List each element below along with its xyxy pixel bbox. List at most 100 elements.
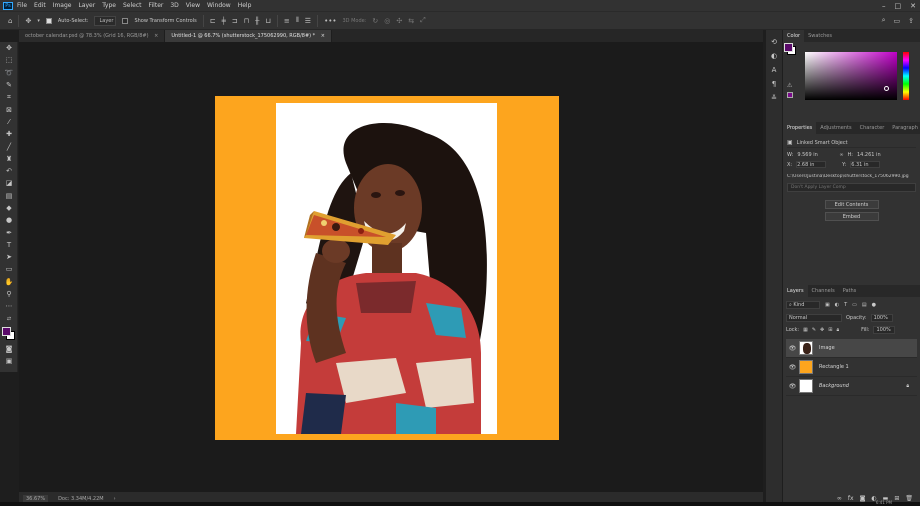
quick-select-tool-icon[interactable]: ✎ xyxy=(0,79,18,91)
quick-mask-icon[interactable]: ◙ xyxy=(0,343,18,355)
lock-all-icon[interactable]: 🔒︎ xyxy=(836,327,839,333)
brush-tool-icon[interactable]: ╱ xyxy=(0,140,18,152)
layer-name[interactable]: Rectangle 1 xyxy=(819,364,849,370)
rectangle-tool-icon[interactable]: ▭ xyxy=(0,263,18,275)
menu-type[interactable]: Type xyxy=(102,2,116,9)
menu-image[interactable]: Image xyxy=(53,2,72,9)
link-layers-icon[interactable]: ∞ xyxy=(837,495,842,502)
lasso-tool-icon[interactable]: ➰ xyxy=(0,67,18,79)
y-field[interactable]: 6.31 in xyxy=(850,161,881,168)
tab-paragraph[interactable]: Paragraph xyxy=(888,122,920,134)
delete-layer-icon[interactable]: 🗑︎ xyxy=(905,495,913,502)
home-icon[interactable]: ⌂ xyxy=(8,17,12,25)
height-value[interactable]: 14.261 in xyxy=(857,152,881,158)
close-tab-icon[interactable]: × xyxy=(321,33,325,39)
tab-layers[interactable]: Layers xyxy=(783,285,808,297)
search-icon[interactable]: ⌕ xyxy=(882,16,886,25)
3d-scale-icon[interactable]: ⤢ xyxy=(420,16,426,25)
align-right-icon[interactable]: ⊐ xyxy=(232,17,238,25)
eyedropper-tool-icon[interactable]: ⁄ xyxy=(0,116,18,128)
layer-row-image[interactable]: 👁︎ Image xyxy=(786,339,917,358)
link-icon[interactable]: ∞ xyxy=(839,152,843,158)
3d-rotate-icon[interactable]: ↻ xyxy=(372,17,378,25)
layer-name[interactable]: Image xyxy=(819,345,835,351)
x-field[interactable]: 2.68 in xyxy=(796,161,827,168)
eye-icon[interactable]: 👁︎ xyxy=(786,383,799,390)
align-middle-icon[interactable]: ╫ xyxy=(255,17,259,25)
distribute-h-icon[interactable]: ⦀ xyxy=(296,16,299,25)
align-left-icon[interactable]: ⊏ xyxy=(210,17,216,25)
tab-properties[interactable]: Properties xyxy=(783,122,817,134)
color-swatches[interactable] xyxy=(0,325,18,343)
blur-tool-icon[interactable]: ◆ xyxy=(0,202,18,214)
hue-slider[interactable] xyxy=(903,52,909,100)
dodge-tool-icon[interactable]: ● xyxy=(0,214,18,226)
move-tool-icon[interactable]: ✥ xyxy=(25,17,31,25)
layer-filter-dropdown[interactable]: ⌕ Kind xyxy=(786,301,820,309)
menu-3d[interactable]: 3D xyxy=(170,2,178,9)
character-icon[interactable]: A xyxy=(766,66,782,74)
screen-mode-icon[interactable]: ▣ xyxy=(0,355,18,367)
opacity-field[interactable]: 100% xyxy=(870,313,893,322)
layer-comp-dropdown[interactable]: Don't Apply Layer Comp xyxy=(787,183,916,192)
new-layer-icon[interactable]: ⊞ xyxy=(894,495,899,502)
align-center-icon[interactable]: ╪ xyxy=(222,17,226,25)
menu-help[interactable]: Help xyxy=(238,2,252,9)
tab-october-calendar[interactable]: october calendar.psd @ 78.3% (Grid 16, R… xyxy=(19,30,166,42)
show-transform-checkbox[interactable] xyxy=(122,17,129,24)
3d-pan-icon[interactable]: ✣ xyxy=(396,17,402,25)
menu-window[interactable]: Window xyxy=(207,2,231,9)
3d-slide-icon[interactable]: ⇆ xyxy=(408,17,414,25)
foreground-swatch[interactable] xyxy=(784,43,793,52)
frame-tool-icon[interactable]: ⊠ xyxy=(0,103,18,115)
tab-swatches[interactable]: Swatches xyxy=(804,30,836,42)
eye-icon[interactable]: 👁︎ xyxy=(786,345,799,352)
tab-channels[interactable]: Channels xyxy=(808,285,839,297)
tab-paths[interactable]: Paths xyxy=(839,285,861,297)
eraser-tool-icon[interactable]: ◪ xyxy=(0,177,18,189)
gradient-tool-icon[interactable]: ▤ xyxy=(0,190,18,202)
lock-artboard-icon[interactable]: ⊞ xyxy=(828,327,832,333)
blend-mode-dropdown[interactable]: Normal xyxy=(786,313,842,322)
chevron-down-icon[interactable]: ▾ xyxy=(37,18,40,24)
foreground-color-swatch[interactable] xyxy=(2,326,11,336)
fx-icon[interactable]: fx xyxy=(848,495,854,502)
layer-row-background[interactable]: 👁︎ Background 🔒︎ xyxy=(786,377,917,396)
history-icon[interactable]: ⟲ xyxy=(766,38,782,46)
lock-paint-icon[interactable]: ✎ xyxy=(812,327,816,333)
filter-shape-icon[interactable]: ▭ xyxy=(852,302,857,308)
hand-tool-icon[interactable]: ✋ xyxy=(0,276,18,288)
minimize-icon[interactable]: – xyxy=(882,2,886,10)
lock-move-icon[interactable]: ✥ xyxy=(820,327,824,333)
adjustments-icon[interactable]: ◐ xyxy=(766,52,782,60)
3d-roll-icon[interactable]: ◎ xyxy=(384,17,390,25)
move-tool-icon[interactable]: ✥ xyxy=(0,42,18,54)
crop-tool-icon[interactable]: ⌗ xyxy=(0,91,18,103)
healing-brush-icon[interactable]: ✚ xyxy=(0,128,18,140)
menu-file[interactable]: File xyxy=(17,2,27,9)
marquee-tool-icon[interactable]: ⬚ xyxy=(0,54,18,66)
type-tool-icon[interactable]: T xyxy=(0,239,18,251)
menu-view[interactable]: View xyxy=(186,2,200,9)
distribute-v-icon[interactable]: ☰ xyxy=(305,17,311,25)
eye-icon[interactable]: 👁︎ xyxy=(786,364,799,371)
workspace-icon[interactable]: ▭ xyxy=(894,17,901,25)
more-options-icon[interactable]: ••• xyxy=(324,17,336,25)
web-safe-swatch[interactable] xyxy=(787,92,793,98)
edit-contents-button[interactable]: Edit Contents xyxy=(824,200,879,209)
path-select-icon[interactable]: ➤ xyxy=(0,251,18,263)
tab-color[interactable]: Color xyxy=(783,30,805,42)
swap-colors-icon[interactable]: ⇄ xyxy=(0,313,18,325)
clone-stamp-icon[interactable]: ♜ xyxy=(0,153,18,165)
align-bottom-icon[interactable]: ⊔ xyxy=(265,17,270,25)
embed-button[interactable]: Embed xyxy=(824,212,879,221)
properties-icon[interactable]: ≚ xyxy=(766,94,782,102)
filter-type-icon[interactable]: T xyxy=(844,302,847,308)
placed-image[interactable] xyxy=(276,103,497,434)
filter-pixel-icon[interactable]: ▣ xyxy=(825,302,830,308)
width-value[interactable]: 9.569 in xyxy=(797,152,835,158)
fill-field[interactable]: 100% xyxy=(873,325,896,334)
close-tab-icon[interactable]: × xyxy=(154,33,158,39)
filter-adjust-icon[interactable]: ◐ xyxy=(835,302,839,308)
color-field[interactable] xyxy=(805,52,897,100)
